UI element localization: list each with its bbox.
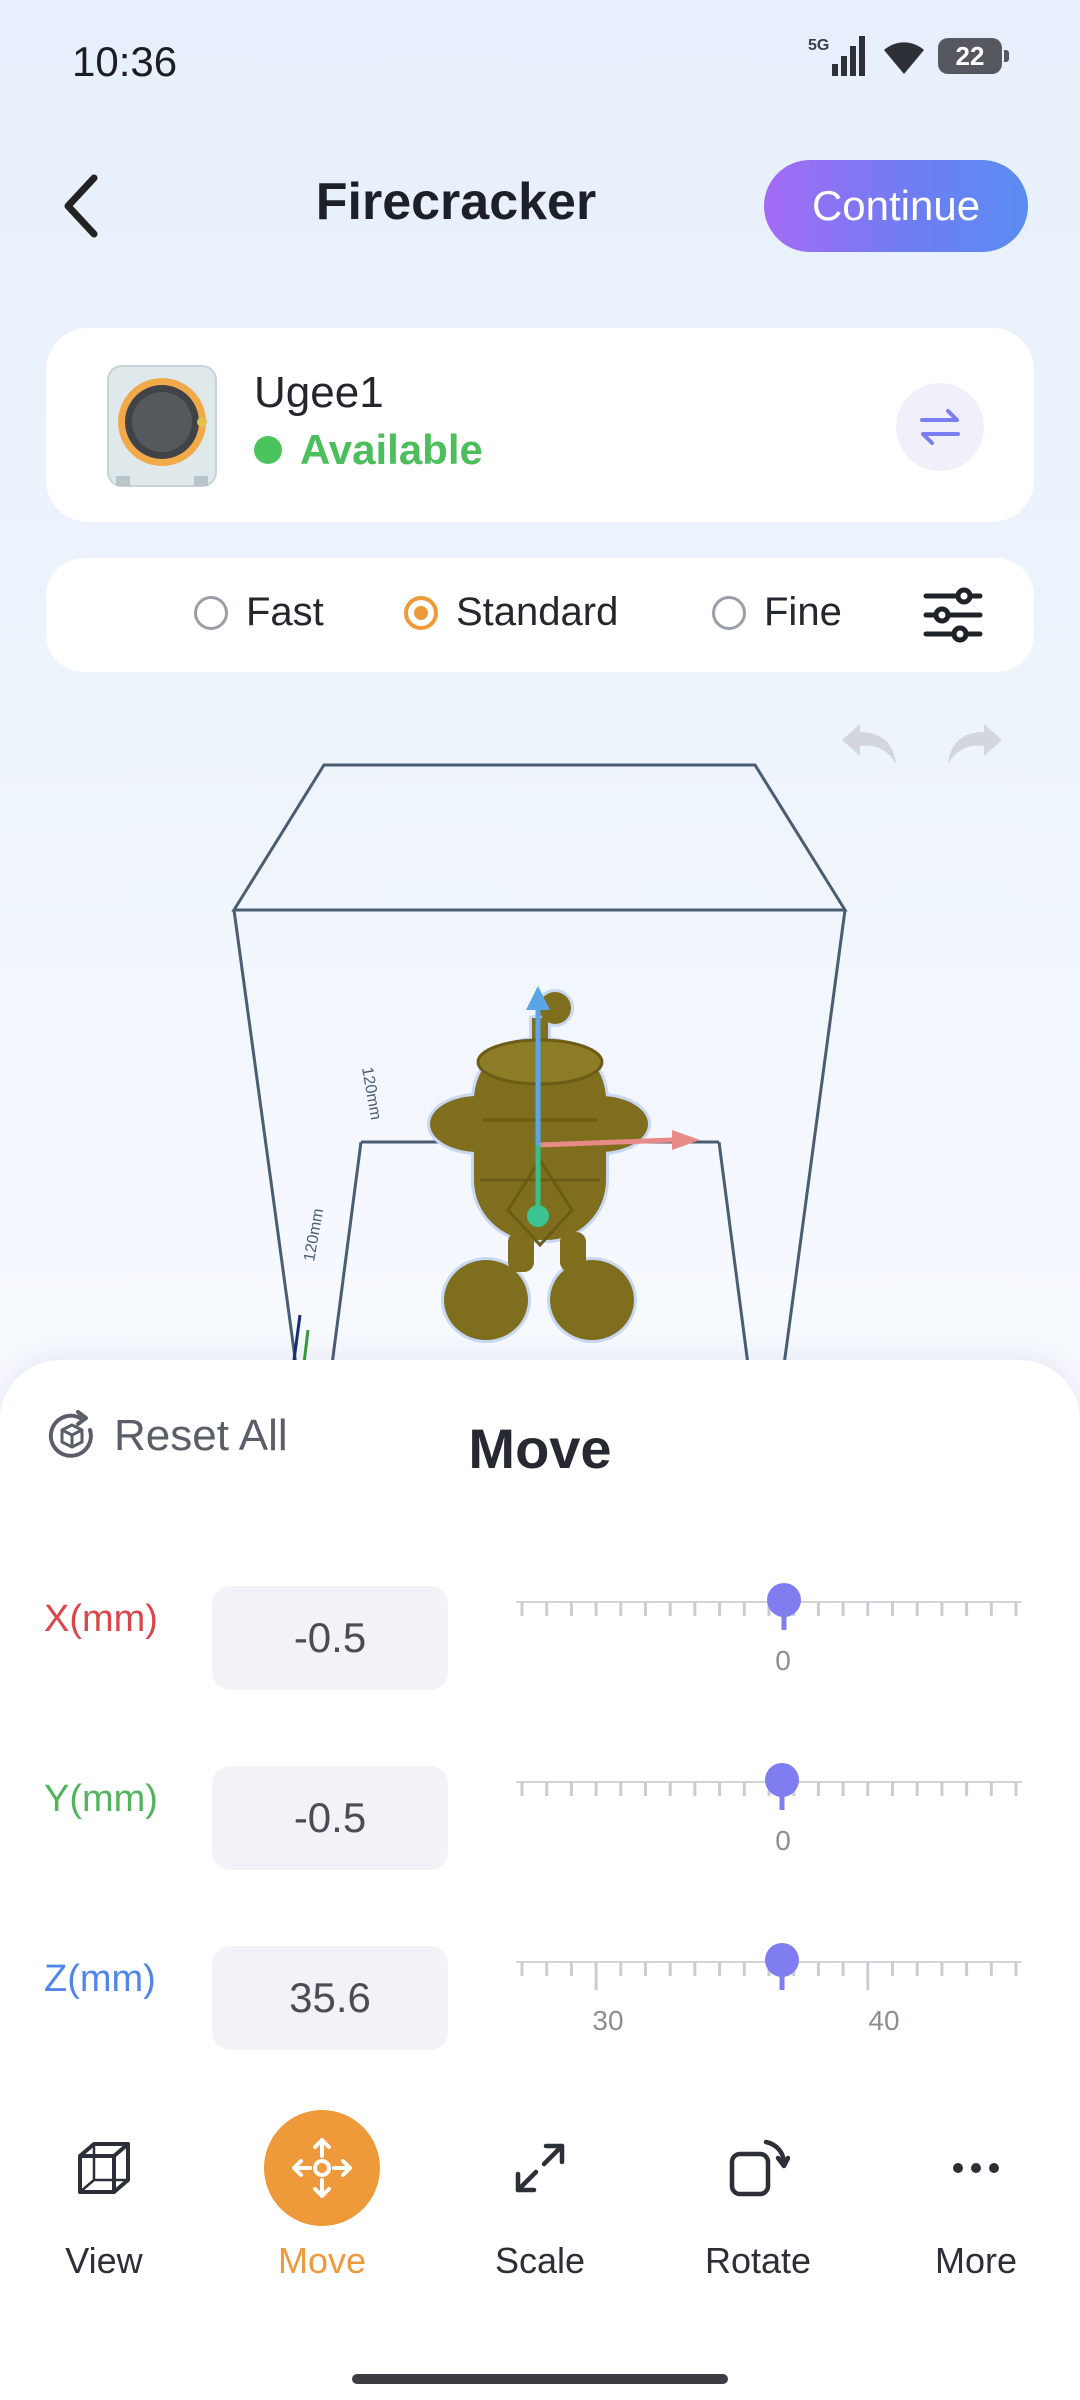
- x-value-input[interactable]: -0.5: [212, 1586, 448, 1690]
- dimension-label: 120mm: [358, 1066, 384, 1122]
- nav-label: Scale: [494, 2240, 586, 2281]
- nav-label: Move: [277, 2240, 367, 2281]
- rotate-icon: [729, 2139, 790, 2197]
- svg-text:5G: 5G: [808, 37, 829, 54]
- slider-tick-label: 0: [775, 1645, 791, 1676]
- quality-option-fine[interactable]: Fine: [712, 590, 842, 635]
- cellular-signal-icon: 5G: [808, 36, 865, 76]
- nav-label: More: [934, 2240, 1018, 2281]
- nav-rotate[interactable]: Rotate: [668, 2108, 848, 2282]
- radio-icon: [712, 595, 746, 630]
- panel-title: Move: [468, 1417, 612, 1480]
- slider-thumb: [765, 1943, 799, 1977]
- printer-status-label: Available: [300, 426, 483, 473]
- status-icons: 5G 22: [808, 34, 1009, 78]
- wifi-icon: [884, 42, 924, 74]
- switch-printer-button[interactable]: [896, 383, 984, 471]
- cube-wireframe-icon: [78, 2142, 130, 2194]
- x-slider[interactable]: 0: [516, 1582, 1022, 1682]
- quality-option-label: Fine: [764, 590, 842, 634]
- quality-option-label: Fast: [246, 590, 324, 634]
- slider-thumb: [767, 1583, 801, 1617]
- z-value-input[interactable]: 35.6: [212, 1946, 448, 2050]
- home-indicator: [352, 2374, 728, 2384]
- quality-option-standard[interactable]: Standard: [404, 590, 618, 635]
- move-arrows-icon: [292, 2138, 352, 2198]
- z-slider[interactable]: 30 40: [516, 1942, 1022, 2042]
- slider-tick-label: 40: [868, 2005, 899, 2036]
- printer-name: Ugee1: [254, 368, 384, 417]
- nav-label: View: [65, 2240, 143, 2281]
- radio-icon: [194, 595, 228, 630]
- slider-thumb: [765, 1763, 799, 1797]
- quality-settings-button[interactable]: [920, 582, 986, 648]
- nav-view[interactable]: View: [14, 2108, 194, 2282]
- status-time: 10:36: [72, 38, 178, 85]
- print-quality-selector: Fast Standard Fine: [46, 558, 1034, 672]
- model-viewport[interactable]: 120mm 120mm: [0, 740, 1080, 1381]
- x-axis-label: X(mm): [44, 1598, 158, 1640]
- z-axis-label: Z(mm): [44, 1958, 156, 2000]
- swap-arrows-icon: [920, 409, 960, 445]
- status-dot-icon: [254, 436, 282, 464]
- y-slider[interactable]: 0: [516, 1762, 1022, 1862]
- dimension-label: 120mm: [301, 1207, 327, 1263]
- battery-icon: 22: [938, 38, 1009, 74]
- printer-status: Available: [254, 426, 483, 474]
- printer-image: [102, 358, 222, 492]
- scale-arrows-icon: [515, 2143, 565, 2193]
- y-value-input[interactable]: -0.5: [212, 1766, 448, 1870]
- quality-option-fast[interactable]: Fast: [194, 590, 324, 635]
- nav-label: Rotate: [704, 2240, 812, 2281]
- quality-option-label: Standard: [456, 590, 619, 634]
- printer-card[interactable]: Ugee1 Available: [46, 328, 1034, 522]
- slider-tick-label: 30: [592, 2005, 623, 2036]
- battery-level: 22: [955, 40, 985, 71]
- sliders-icon: [923, 587, 983, 643]
- nav-move[interactable]: Move: [232, 2108, 412, 2282]
- radio-selected-icon: [404, 595, 438, 630]
- move-active-indicator: [264, 2110, 380, 2226]
- nav-scale[interactable]: Scale: [450, 2108, 630, 2282]
- continue-button[interactable]: Continue: [764, 160, 1028, 252]
- y-axis-label: Y(mm): [44, 1778, 158, 1820]
- more-dots-icon: [953, 2163, 999, 2173]
- slider-tick-label: 0: [775, 1825, 791, 1856]
- nav-more[interactable]: More: [886, 2108, 1066, 2282]
